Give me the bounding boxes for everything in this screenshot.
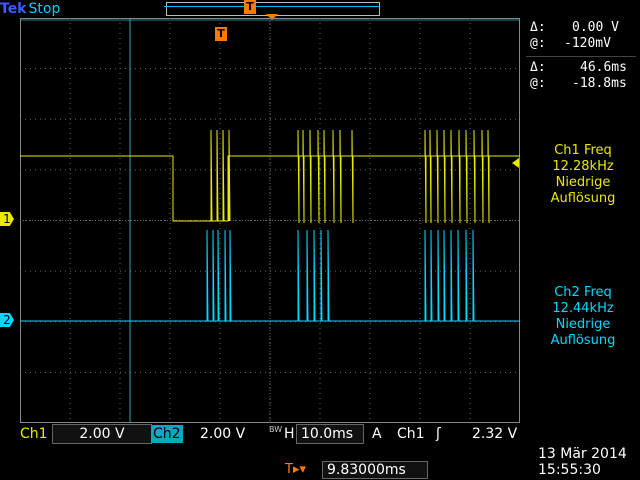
ch1-scale[interactable]: 2.00 V [52,424,152,444]
cursor-at-v: @: [530,36,546,51]
ch1-measurement[interactable]: Ch1 Freq 12.28kHz Niedrige Auflösung [528,143,638,207]
cursor-at-t-value: -18.8ms [572,76,627,91]
horizontal-label: H [284,426,295,442]
ch2-measurement[interactable]: Ch2 Freq 12.44kHz Niedrige Auflösung [528,285,638,349]
trigger-point-marker[interactable]: T [215,27,227,41]
cursor-at-t: @: [530,76,546,91]
trigger-position-value[interactable]: 9.83000ms [322,461,428,479]
time-label: 15:55:30 [538,462,601,478]
cursor-delta-v: Δ: [530,20,546,35]
bandwidth-limit-icon: BW [269,425,283,434]
waveform-display [20,18,520,423]
date-time: 13 Mär 2014 15:55:30 [538,446,627,478]
trigger-slope-icon[interactable]: ʃ [436,425,441,443]
trigger-position-icon: T▸▾ [285,462,306,477]
brand-label: Tek Stop [0,0,60,18]
ch2-meas-title: Ch2 Freq [554,285,612,300]
trigger-source[interactable]: Ch1 [397,425,425,443]
readout-divider [526,56,636,57]
cursor-delta-t-value: 46.6ms [580,60,627,75]
cursor-delta-v-value: 0.00 V [572,20,619,35]
ch1-meas-value: 12.28kHz [552,159,614,174]
ch1-meas-note1: Niedrige [555,175,611,190]
run-state: Stop [28,1,61,17]
ch2-meas-value: 12.44kHz [552,301,614,316]
ch2-label[interactable]: Ch2 [151,425,183,443]
ch1-label[interactable]: Ch1 [20,425,48,443]
record-view-window [164,6,380,7]
ch1-meas-note2: Auflösung [550,191,616,206]
ch2-ground-marker[interactable]: 2 [0,313,14,327]
ch2-meas-note1: Niedrige [555,317,611,332]
ch2-meas-note2: Auflösung [550,333,616,348]
trigger-level-arrow-icon[interactable] [512,158,519,168]
trigger-position-marker[interactable]: T [244,0,256,14]
ch1-meas-title: Ch1 Freq [554,143,612,158]
cursor-delta-t: Δ: [530,60,546,75]
ch1-ground-marker[interactable]: 1 [0,212,14,226]
cursor-at-v-value: -120mV [564,36,611,51]
timebase-value[interactable]: 10.0ms [296,424,364,444]
tek-logo: Tek [0,1,27,17]
ch2-scale[interactable]: 2.00 V [200,425,245,443]
date-label: 13 Mär 2014 [538,446,627,462]
acquisition-label: A [372,426,382,442]
trigger-level[interactable]: 2.32 V [472,425,517,443]
